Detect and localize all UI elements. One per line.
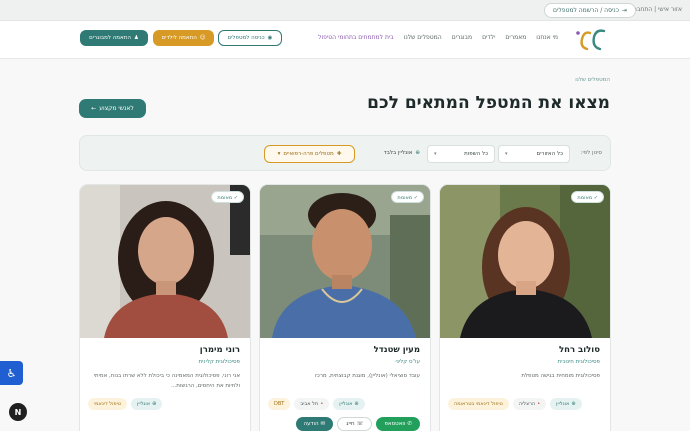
login-link[interactable]: אזור אישי | התחבר/י [630, 6, 682, 13]
phone-icon: ☏ [356, 421, 364, 427]
therapist-description: אני רוני, פסיכולוגית המאמינה כי ביכולת ל… [93, 373, 240, 389]
tag-online: ⊕ אונליין [130, 398, 163, 410]
user-icon: ◉ [267, 35, 273, 41]
globe-icon: ⊕ [415, 150, 420, 156]
logo-icon [576, 29, 606, 51]
therapist-role: פסיכולוגית קלינית [198, 359, 240, 365]
therapist-card[interactable]: ✓ מאומת רוני מימרן פסיכולוגית קלינית אני… [79, 184, 251, 431]
languages-select-value: כל השפות [464, 151, 488, 157]
professionals-label: לאנשי מקצוע [99, 105, 134, 112]
therapist-role: פסיכולוגית חינוכית [557, 359, 600, 365]
therapist-description: עובד סוציאלי (אונליין), מוגנת קבוצתית, מ… [315, 373, 420, 379]
n-logo-icon: N [14, 407, 22, 417]
verified-badge: ✓ מאומת [571, 191, 604, 203]
tag-location: • תל אביב [294, 398, 330, 410]
nav-links: מי אנחנו מאמרים ילדים מבוגרים המטפלים של… [318, 34, 558, 41]
call-button[interactable]: ☏ חייג [337, 417, 373, 431]
therapist-name[interactable]: סולוב רחל [559, 345, 600, 355]
top-utility-bar: אזור אישי | התחבר/י ⇥ כניסה / הרשמה למטפ… [0, 0, 690, 21]
pro-entry-button[interactable]: ◉ כניסה למטפלים [218, 30, 282, 46]
tag-online: ⊕ אונליין [550, 398, 582, 410]
nav-articles[interactable]: מאמרים [505, 34, 526, 41]
therapist-tags: ⊕ אונליין • הרצליה טיפול דינאמי בטראומה [448, 398, 600, 410]
pro-login-button[interactable]: ⇥ כניסה / הרשמה למטפלים [544, 3, 636, 18]
tag-specialty: טיפול דינאמי [88, 398, 127, 410]
therapist-photo [260, 185, 430, 338]
online-only-label: אונליין בלבד [383, 150, 413, 156]
tag-specialty: DBT [268, 398, 291, 410]
page-title: מצאו את המטפל המתאים לכם [367, 93, 610, 113]
site-logo[interactable] [574, 27, 608, 53]
verified-badge: ✓ מאומת [391, 191, 424, 203]
therapist-role: עו"ס קליני [395, 359, 420, 365]
therapist-photo [440, 185, 610, 338]
languages-select[interactable]: כל השפות ▾ [427, 145, 495, 163]
kids-icon: ☺ [199, 35, 206, 41]
accessibility-icon: ♿ [6, 366, 17, 380]
adults-match-button[interactable]: ♟ התאמה למבוגרים [80, 30, 148, 46]
nav-about[interactable]: מי אנחנו [536, 34, 558, 41]
paramedical-label: מטפלים פרה-רפואיים [283, 151, 334, 157]
therapist-name[interactable]: רוני מימרן [200, 345, 240, 355]
tag-online: ⊕ אונליין [333, 398, 365, 410]
message-button[interactable]: ✉ הודעה [295, 417, 334, 431]
nav-kids[interactable]: ילדים [482, 34, 495, 41]
map-pin-icon: • [320, 401, 324, 407]
whatsapp-icon: ✆ [407, 421, 412, 427]
stethoscope-icon: ✚ [336, 151, 342, 157]
login-icon: ⇥ [621, 7, 627, 14]
therapist-name[interactable]: מעין שטנדל [374, 345, 420, 355]
chevron-down-icon: ▾ [277, 151, 281, 157]
areas-select[interactable]: כל האזורים ▾ [498, 145, 570, 163]
map-pin-icon: • [537, 401, 541, 407]
n-widget-button[interactable]: N [9, 403, 27, 421]
chevron-down-icon: ▾ [505, 151, 508, 157]
adults-match-label: התאמה למבוגרים [89, 35, 131, 41]
pro-login-label: כניסה / הרשמה למטפלים [553, 7, 619, 14]
globe-icon: ⊕ [354, 401, 359, 407]
verified-badge: ✓ מאומת [211, 191, 244, 203]
therapist-card[interactable]: ✓ מאומת סולוב רחל פסיכולוגית חינוכית פסי… [439, 184, 611, 431]
kids-match-button[interactable]: ☺ התאמה לילדים [153, 30, 214, 46]
online-only-toggle[interactable]: ⊕ אונליין בלבד [384, 150, 420, 156]
therapist-card[interactable]: ✓ מאומת מעין שטנדל עו"ס קליני עובד סוציא… [259, 184, 431, 431]
breadcrumb[interactable]: המטפלים שלנו [575, 77, 610, 83]
therapist-tags: ⊕ אונליין • תל אביב DBT [268, 398, 420, 410]
pro-entry-label: כניסה למטפלים [227, 35, 265, 41]
nav-therapists[interactable]: המטפלים שלנו [404, 34, 442, 41]
nav-interns[interactable]: בית למתמחים בתחומי הטיפול [318, 34, 394, 41]
chat-icon: ✉ [320, 421, 326, 427]
filter-label: סינון לפי: [580, 150, 602, 156]
globe-icon: ⊕ [571, 401, 576, 407]
areas-select-value: כל האזורים [536, 151, 563, 157]
chevron-down-icon: ▾ [434, 151, 437, 157]
whatsapp-button[interactable]: ✆ וואטסאפ [376, 417, 420, 431]
tag-specialty: טיפול דינאמי בטראומה [448, 398, 509, 410]
globe-icon: ⊕ [152, 401, 157, 407]
accessibility-button[interactable]: ♿ [0, 361, 23, 385]
therapist-description: פסיכולוגית מומחית בגישה מטפלת [521, 373, 600, 379]
adult-icon: ♟ [133, 35, 139, 41]
filter-bar: סינון לפי: כל האזורים ▾ כל השפות ▾ ⊕ אונ… [79, 135, 611, 171]
professionals-button[interactable]: לאנשי מקצוע ← [79, 99, 146, 118]
nav-adults[interactable]: מבוגרים [452, 34, 472, 41]
contact-actions: ✆ וואטסאפ ☏ חייג ✉ הודעה [295, 417, 420, 431]
therapist-tags: ⊕ אונליין טיפול דינאמי [88, 398, 240, 410]
paramedical-filter-button[interactable]: ✚ מטפלים פרה-רפואיים ▾ [264, 145, 355, 163]
kids-match-label: התאמה לילדים [161, 35, 197, 41]
therapist-photo [80, 185, 250, 338]
tag-location: • הרצליה [512, 398, 547, 410]
arrow-left-icon: ← [91, 105, 97, 112]
